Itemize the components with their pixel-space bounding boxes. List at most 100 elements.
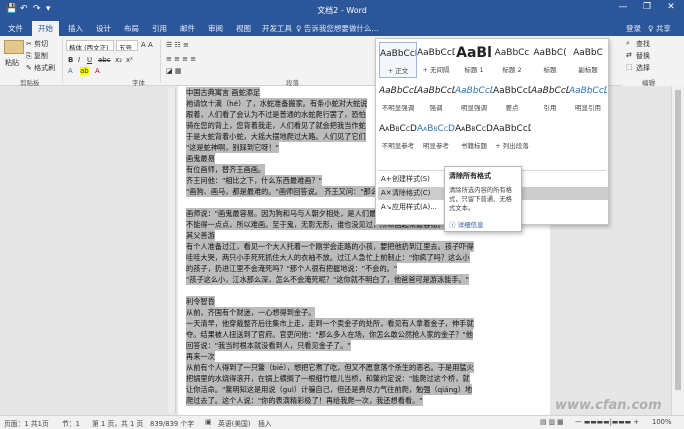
underline-button[interactable]: U bbox=[87, 56, 92, 64]
select-icon[interactable]: ⬚ bbox=[626, 63, 633, 71]
grow-shrink-font-icons[interactable]: A A bbox=[141, 41, 153, 49]
document-line[interactable]: 利令智昏 bbox=[186, 296, 215, 307]
status-section[interactable]: 节：1 bbox=[62, 418, 80, 428]
tab-insert[interactable]: 插入 bbox=[68, 23, 83, 34]
document-line[interactable]: 齐王问他："相比之下，什么东西最难画？" bbox=[186, 175, 322, 186]
replace-icon[interactable]: ⇄ bbox=[626, 51, 632, 59]
tab-review[interactable]: 审阅 bbox=[208, 23, 223, 34]
style-不明显参考[interactable]: AaBbCcDı 不明显参考 bbox=[379, 118, 417, 154]
status-zoom[interactable]: 100% bbox=[652, 418, 671, 426]
document-line[interactable]: 有位画师，替齐王画画。 bbox=[186, 164, 266, 175]
document-line[interactable]: 于是大蛇背着小蛇，大摇大摆地爬过大路。人们见了它们 bbox=[186, 131, 366, 142]
style--正文[interactable]: AaBbCcDı + 正文 bbox=[379, 42, 417, 78]
document-line[interactable]: 哇哇大哭，两只小手死死抓住大人的衣袖不放。过江人急忙上前制止："你疯了吗？这么小 bbox=[186, 252, 470, 263]
style-标题-2[interactable]: AaBbCc 标题 2 bbox=[493, 42, 531, 78]
paste-button[interactable]: 粘贴 bbox=[5, 58, 19, 68]
document-line[interactable]: 从前有个人得到了一只鳖（biē），想把它煮了吃，但又不愿意落个杀生的恶名。于是用… bbox=[186, 362, 474, 373]
share-button[interactable]: ♀ 共享 bbox=[648, 23, 671, 34]
status-word-count[interactable]: 839/839 个字 bbox=[150, 418, 194, 428]
tooltip-title: 清除所有格式 bbox=[449, 172, 491, 180]
tab-view[interactable]: 视图 bbox=[236, 23, 251, 34]
document-line[interactable]: 再来一次 bbox=[186, 351, 215, 362]
zoom-slider[interactable]: — ▬▬▬▬|▬▬▬ + bbox=[575, 418, 639, 426]
document-line[interactable]: 夺。结果被人扭送到了官府。官吏问他："那么多人在场，你怎么敢公然抢人家的金子？"… bbox=[186, 329, 473, 340]
tooltip-more-info-label[interactable]: 详细信息 bbox=[458, 221, 484, 229]
shading-border-icons[interactable]: ◪ ▦ bbox=[166, 67, 181, 75]
status-language[interactable]: 英语(美国) bbox=[218, 418, 251, 428]
style-强调[interactable]: AaBbCcDı 强调 bbox=[417, 80, 455, 116]
highlight-icon[interactable]: ab bbox=[80, 67, 89, 75]
find-search-icon[interactable]: ⌕ bbox=[626, 39, 630, 48]
login-link[interactable]: 登录 bbox=[626, 23, 641, 34]
document-line[interactable]: 回答说："我当时根本就没看到人，只看见金子了。" bbox=[186, 340, 351, 351]
document-line[interactable]: "孩子这么小，江水那么深，怎么不会淹死呢？"这你就不明白了，他爸爸可是游泳能手。… bbox=[186, 274, 470, 285]
status-insert-mode[interactable]: 插入 bbox=[258, 418, 272, 428]
style--无间隔[interactable]: AaBbCcDı + 无间隔 bbox=[417, 42, 455, 78]
format-painter-button[interactable]: ✎ 格式刷 bbox=[26, 63, 55, 73]
tell-me-search[interactable]: ♀ 告诉我您想要做什么... bbox=[296, 23, 379, 34]
clear-formatting-tooltip: 清除所有格式 清除所选内容的所有格式，只留下普通、无格式文本。 ⓘ 详细信息 bbox=[444, 166, 522, 232]
font-size-combo[interactable]: 五号 bbox=[116, 40, 138, 51]
scrollbar-thumb[interactable] bbox=[675, 90, 681, 390]
style-书籍标题[interactable]: AaBbCcDı 书籍标题 bbox=[455, 118, 493, 154]
text-effects-icon[interactable]: A bbox=[68, 67, 73, 75]
superscript-button[interactable]: x² bbox=[126, 56, 133, 64]
document-line[interactable]: 让你活命。"鳖明知这是用说（guì）计骗自己，但还是费尽力气往前爬，勉强（qiá… bbox=[186, 384, 473, 395]
document-line[interactable]: 把锅里的水烧得滚开，在锅上横搁了一根细竹棍儿当桥，和鳖约定说："能爬过这个桥，就 bbox=[186, 373, 470, 384]
italic-button[interactable]: I bbox=[78, 56, 80, 64]
style-明显强调[interactable]: AaBbCcDı 明显强调 bbox=[455, 80, 493, 116]
replace-button[interactable]: 替换 bbox=[636, 51, 650, 61]
style-标题-1[interactable]: AaBl 标题 1 bbox=[455, 42, 493, 78]
style-name: 明显参考 bbox=[423, 142, 449, 150]
style-name: 明显引用 bbox=[575, 104, 601, 112]
tab-design[interactable]: 设计 bbox=[96, 23, 111, 34]
document-line[interactable]: 跟着，人们看了会认为不过是普通的水蛇爬行罢了，恐怕 bbox=[186, 109, 366, 120]
cut-button[interactable]: ✂ 剪切 bbox=[26, 39, 48, 49]
font-color-icon[interactable]: A bbox=[95, 67, 100, 75]
tab-references[interactable]: 引用 bbox=[152, 23, 167, 34]
tab-file[interactable]: 文件 bbox=[8, 23, 23, 34]
view-mode-icons[interactable]: ▤ ▥ ▦ bbox=[540, 418, 564, 426]
document-line[interactable]: 画鬼最易 bbox=[186, 153, 215, 164]
style-要点[interactable]: AaBbCcDı 要点 bbox=[493, 80, 531, 116]
copy-button[interactable]: ⎘ 复制 bbox=[26, 51, 48, 61]
style-引用[interactable]: AaBbCcDı 引用 bbox=[531, 80, 569, 116]
document-line[interactable]: 爬过去了。这个人说："你的表演精彩极了！再给我爬一次，我还想看看。" bbox=[186, 395, 423, 406]
document-line[interactable]: 一天清早，他穿戴整齐后往集市上走，走到一个卖金子的处所，看见有人拿着金子，伸手就 bbox=[186, 318, 474, 329]
tooltip-more-info-link[interactable]: ⓘ 详细信息 bbox=[449, 219, 517, 229]
style-明显参考[interactable]: AaBbCcDı 明显参考 bbox=[417, 118, 455, 154]
proofing-icon[interactable]: ▣ bbox=[205, 418, 211, 426]
restore-button[interactable]: ❐ bbox=[636, 2, 658, 18]
find-button[interactable]: 查找 bbox=[636, 39, 650, 49]
document-line[interactable]: 其父善游 bbox=[186, 230, 215, 241]
document-line[interactable]: 骑在您的背上，您背着我走，人们看见了就会把我当作蛇 bbox=[186, 120, 366, 131]
style-标题[interactable]: AaBbC(标题 bbox=[531, 42, 569, 78]
tab-home[interactable]: 开始 bbox=[32, 21, 59, 36]
subscript-button[interactable]: x₂ bbox=[115, 56, 122, 64]
bold-button[interactable]: B bbox=[68, 56, 73, 64]
align-buttons-icons[interactable]: ≡ ≡ ≡ ≡ bbox=[166, 55, 196, 63]
font-name-combo[interactable]: 楷体 (西文正) bbox=[66, 40, 114, 51]
tab-mailings[interactable]: 邮件 bbox=[180, 23, 195, 34]
document-line[interactable]: 从前，齐国有个财迷，一心想得到金子。 bbox=[186, 307, 316, 318]
style-不明显强调[interactable]: AaBbCcDı 不明显强调 bbox=[379, 80, 417, 116]
style-副标题[interactable]: AaBbC 副标题 bbox=[569, 42, 607, 78]
list-buttons-icons[interactable]: ☰ ☷ ≡ bbox=[166, 41, 189, 49]
status-position[interactable]: 第 1 页，共 1 页 bbox=[92, 418, 143, 428]
document-line[interactable]: 祂请饮十滴（hé）了，水蛇准备搬家。有条小蛇对大蛇说 bbox=[186, 98, 368, 109]
document-line[interactable]: "这是蛇神啊，别踩到它呀！" bbox=[186, 142, 279, 153]
style-name: + 正文 bbox=[387, 67, 409, 75]
tab-developer[interactable]: 开发工具 bbox=[262, 23, 292, 34]
strikethrough-button[interactable]: abc bbox=[98, 56, 111, 64]
minimize-button[interactable]: — bbox=[612, 2, 634, 18]
style-明显引用[interactable]: AaBbCcDı 明显引用 bbox=[569, 80, 607, 116]
style--列出段落[interactable]: AaBbCcDı + 列出段落 bbox=[493, 118, 531, 154]
close-button[interactable]: ✕ bbox=[660, 2, 682, 18]
vertical-scrollbar[interactable] bbox=[671, 86, 684, 415]
select-button[interactable]: 选择 bbox=[636, 63, 650, 73]
document-line[interactable]: 有个人准备过江，看见一个大人托着一个刚学会走路的小孩，要把他扔到江里去。孩子吓得 bbox=[186, 241, 474, 252]
tab-layout[interactable]: 布局 bbox=[124, 23, 139, 34]
document-line[interactable]: 的孩子，扔进江里不会淹死吗？"那个人很有把握地说："不会的。" bbox=[186, 263, 398, 274]
status-page[interactable]: 页面：1 共1页 bbox=[4, 418, 49, 428]
document-line[interactable]: 中国古典寓言 画蛇添足 bbox=[186, 87, 261, 98]
